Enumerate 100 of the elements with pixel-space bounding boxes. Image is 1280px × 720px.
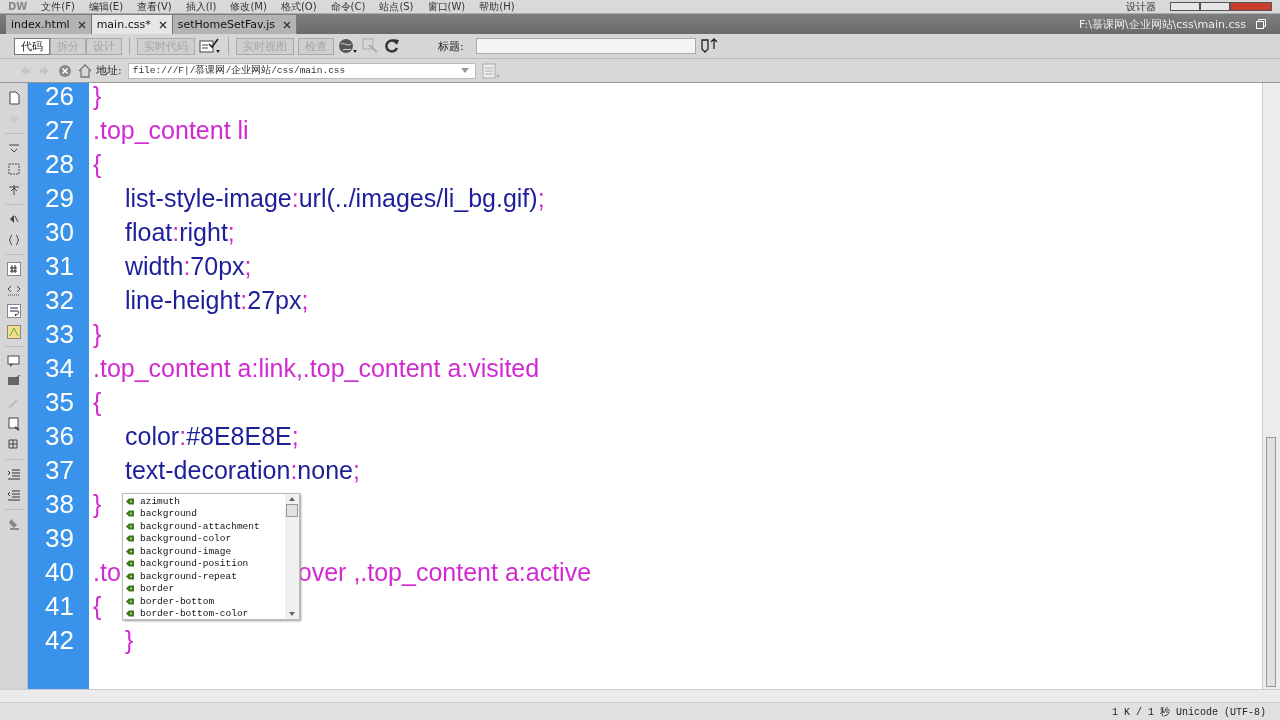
code-text: ;: [291, 421, 299, 451]
address-label: 地址:: [96, 63, 122, 78]
code-text: line-height: [125, 285, 241, 315]
hint-item[interactable]: azimuth: [125, 495, 283, 508]
scroll-thumb[interactable]: [1266, 437, 1276, 687]
stop-icon[interactable]: [58, 63, 72, 78]
indent-icon[interactable]: [6, 467, 21, 481]
wrap-icon[interactable]: [6, 304, 21, 318]
hint-item[interactable]: background-repeat: [125, 570, 283, 583]
code-text: text-decoration: [125, 455, 291, 485]
code-text: list-style-image: [125, 183, 292, 213]
code-text: .top_content li: [93, 115, 249, 145]
code-hint-list[interactable]: azimuth background background-attachment background-color background-image background-position background-repeat border border-bottom border-bottom-color: [122, 493, 300, 620]
code-text: ;: [352, 455, 360, 485]
line-number: 26: [44, 83, 74, 112]
hint-item[interactable]: background-position: [125, 557, 283, 570]
line-number: 36: [44, 420, 74, 452]
menu-item[interactable]: 查看(V): [137, 0, 172, 13]
scroll-thumb[interactable]: [286, 504, 298, 517]
hint-scrollbar[interactable]: [285, 494, 299, 619]
brace-icon[interactable]: [6, 233, 21, 247]
code-text: .to: [93, 557, 121, 587]
home-icon[interactable]: [78, 63, 92, 78]
dropdown-icon[interactable]: [460, 68, 469, 73]
line-number: 28: [44, 148, 74, 180]
document-tab[interactable]: index.html: [6, 15, 92, 34]
line-number: 41: [44, 590, 74, 622]
expand-icon[interactable]: [6, 183, 21, 197]
title-field[interactable]: [475, 38, 696, 54]
highlight-icon[interactable]: [6, 325, 21, 339]
close-icon[interactable]: [77, 20, 86, 29]
menu-item[interactable]: 修改(M): [230, 0, 267, 13]
document-tab[interactable]: main.css*: [91, 15, 173, 34]
scroll-up-icon[interactable]: [289, 497, 295, 501]
line-number: 35: [44, 386, 74, 418]
code-text: {: [93, 387, 102, 417]
menu-item[interactable]: 帮助(H): [479, 0, 515, 13]
refresh-icon[interactable]: [384, 38, 400, 54]
menu-item[interactable]: 编辑(E): [88, 0, 124, 13]
close-icon[interactable]: [283, 20, 291, 29]
menu-item[interactable]: 命令(C): [330, 0, 366, 13]
menu-item[interactable]: 插入(I): [185, 0, 217, 13]
code-text: :: [290, 455, 298, 485]
line-number: 40: [44, 556, 74, 588]
close-icon[interactable]: [158, 20, 167, 29]
code-text: #8E8E8E: [186, 421, 292, 451]
code-text: width: [125, 251, 184, 281]
view-button[interactable]: 代码: [14, 37, 50, 55]
tag-icon[interactable]: [6, 283, 21, 297]
code-text: }: [93, 319, 102, 349]
hash-icon[interactable]: [6, 262, 21, 276]
code-text: none: [297, 455, 353, 485]
hint-item[interactable]: border-bottom-color: [125, 607, 283, 620]
horizontal-scrollbar[interactable]: [0, 689, 1280, 703]
property-icon: [125, 510, 135, 518]
hint-item[interactable]: border-bottom: [125, 595, 283, 608]
code-text: :: [172, 217, 180, 247]
globe-icon[interactable]: [338, 38, 358, 54]
page-icon[interactable]: [6, 91, 21, 105]
line-number: 38: [44, 488, 74, 520]
hint-item[interactable]: background-image: [125, 545, 283, 558]
vertical-scrollbar[interactable]: [1262, 83, 1280, 689]
menu-item[interactable]: 窗口(W): [427, 0, 466, 13]
workspace-switcher[interactable]: 设计器: [1126, 0, 1156, 13]
code-text: ;: [227, 217, 235, 247]
property-icon: [125, 535, 135, 543]
checklist-icon[interactable]: [199, 38, 221, 54]
restore-icon[interactable]: [1256, 19, 1266, 29]
menu-item[interactable]: 文件(F): [41, 0, 75, 13]
scroll-down-icon[interactable]: [289, 612, 295, 616]
code-text: ;: [301, 285, 309, 315]
code-text: ;: [537, 183, 545, 213]
document-tab[interactable]: setHomeSetFav.js: [172, 15, 297, 34]
hint-item[interactable]: border: [125, 582, 283, 595]
address-field[interactable]: file:///F|/慕课网/企业网站/css/main.css: [127, 62, 476, 79]
menu-item[interactable]: 格式(O): [280, 0, 317, 13]
hint-item[interactable]: background-color: [125, 532, 283, 545]
line-number: 29: [44, 182, 74, 214]
format-icon[interactable]: [6, 517, 21, 531]
line-number: 42: [44, 624, 74, 656]
menu-item[interactable]: 站点(S): [379, 0, 414, 13]
file-path: F:\慕课网\企业网站\css\main.css: [1079, 16, 1246, 32]
maximize-button[interactable]: [1200, 2, 1230, 11]
hint-item[interactable]: background: [125, 507, 283, 520]
snippet-icon[interactable]: [6, 417, 21, 431]
code-text: :: [179, 421, 187, 451]
outdent-icon[interactable]: [6, 488, 21, 502]
title-label: 标题:: [438, 38, 464, 54]
line-number: 37: [44, 454, 74, 486]
code-text: right: [179, 217, 228, 247]
code-text: over ,.top_content a:active: [297, 557, 592, 587]
comment-icon[interactable]: [6, 354, 21, 368]
code-text: 70px: [190, 251, 245, 281]
status-text: 1 K / 1 秒 Unicode (UTF-8): [1111, 705, 1266, 719]
property-icon: [125, 597, 135, 605]
grid-icon[interactable]: [6, 438, 21, 452]
property-icon: [125, 547, 135, 555]
minimize-button[interactable]: [1170, 2, 1200, 11]
code-text: float: [125, 217, 173, 247]
hint-item[interactable]: background-attachment: [125, 520, 283, 533]
